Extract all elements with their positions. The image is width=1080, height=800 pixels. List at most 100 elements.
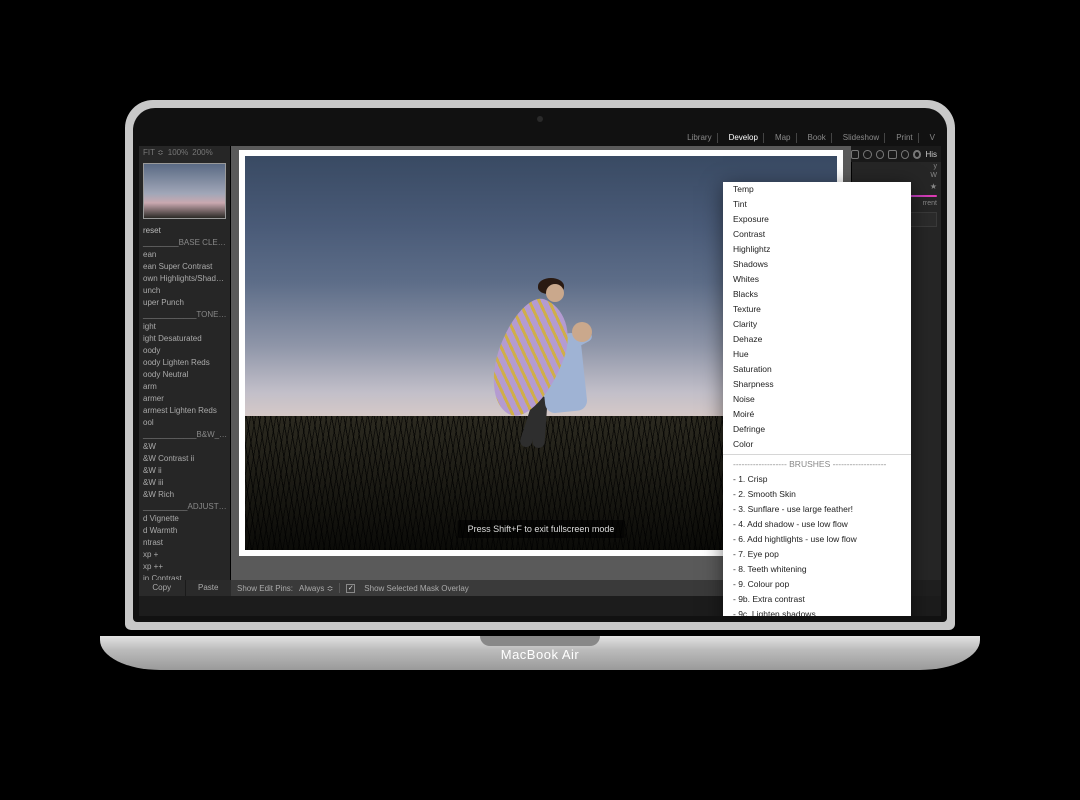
menu-brush-item[interactable]: - 6. Add hightlights - use low flow — [723, 532, 911, 547]
radial-tool-icon[interactable] — [901, 150, 909, 159]
preset-item[interactable]: in Contrast — [141, 573, 230, 580]
preset-header: reset — [141, 225, 230, 237]
module-library[interactable]: Library — [682, 133, 717, 143]
menu-item-defringe[interactable]: Defringe — [723, 422, 911, 437]
redeye-tool-icon[interactable] — [876, 150, 884, 159]
preset-item[interactable]: &W iii — [141, 477, 230, 489]
brush-tool-icon[interactable] — [913, 150, 922, 159]
preset-item[interactable]: ight Desaturated — [141, 333, 230, 345]
preset-item[interactable]: ntrast — [141, 537, 230, 549]
menu-item-sharpness[interactable]: Sharpness — [723, 377, 911, 392]
module-print[interactable]: Print — [891, 133, 918, 143]
module-develop[interactable]: Develop — [724, 133, 764, 143]
menu-item-moiré[interactable]: Moiré — [723, 407, 911, 422]
menu-item-blacks[interactable]: Blacks — [723, 287, 911, 302]
preset-item[interactable]: xp ++ — [141, 561, 230, 573]
preset-section: ________BASE CLEAN PRESET________ — [141, 237, 230, 249]
preset-item[interactable]: unch — [141, 285, 230, 297]
preset-item[interactable]: d Vignette — [141, 513, 230, 525]
menu-item-temp[interactable]: Temp — [723, 182, 911, 197]
module-v[interactable]: V — [925, 133, 935, 143]
menu-item-contrast[interactable]: Contrast — [723, 227, 911, 242]
preset-item[interactable]: ight — [141, 321, 230, 333]
preset-section: ____________B&W____________ — [141, 429, 230, 441]
edit-pins-mode[interactable]: Always ≎ — [299, 584, 333, 593]
copy-button[interactable]: Copy — [139, 580, 186, 596]
edit-pins-label: Show Edit Pins: — [237, 584, 293, 593]
screen: Library Develop Map Book Slideshow Print V His… — [139, 130, 941, 616]
menu-item-tint[interactable]: Tint — [723, 197, 911, 212]
screen-bezel: Library Develop Map Book Slideshow Print V His… — [133, 108, 947, 622]
menu-brush-item[interactable]: - 7. Eye pop — [723, 547, 911, 562]
preset-item[interactable]: &W ii — [141, 465, 230, 477]
fullscreen-hint: Press Shift+F to exit fullscreen mode — [458, 520, 625, 538]
menu-item-clarity[interactable]: Clarity — [723, 317, 911, 332]
menu-item-saturation[interactable]: Saturation — [723, 362, 911, 377]
module-picker: Library Develop Map Book Slideshow Print V — [139, 130, 941, 146]
zoom-row: FIT ≎ 100% 200% — [139, 146, 230, 159]
preset-section: __________ADJUSTMENTS__________ — [141, 501, 230, 513]
histogram-label: His — [925, 150, 937, 159]
menu-item-shadows[interactable]: Shadows — [723, 257, 911, 272]
preset-item[interactable]: ean — [141, 249, 230, 261]
preset-item[interactable]: uper Punch — [141, 297, 230, 309]
menu-item-dehaze[interactable]: Dehaze — [723, 332, 911, 347]
menu-item-hue[interactable]: Hue — [723, 347, 911, 362]
menu-item-highlightz[interactable]: Highlightz — [723, 242, 911, 257]
gradient-tool-icon[interactable] — [888, 150, 896, 159]
app-lightroom: Library Develop Map Book Slideshow Print V His… — [139, 130, 941, 616]
preset-item[interactable]: oody Lighten Reds — [141, 357, 230, 369]
tool-strip: His — [851, 146, 941, 162]
preset-item[interactable]: &W Rich — [141, 489, 230, 501]
camera-icon — [537, 116, 543, 122]
zoom-200[interactable]: 200% — [192, 148, 212, 157]
module-book[interactable]: Book — [803, 133, 832, 143]
menu-item-exposure[interactable]: Exposure — [723, 212, 911, 227]
menu-brush-item[interactable]: - 1. Crisp — [723, 472, 911, 487]
preset-item[interactable]: oody Neutral — [141, 369, 230, 381]
overlay-checkbox[interactable] — [346, 584, 355, 593]
module-map[interactable]: Map — [770, 133, 797, 143]
preset-section: ____________TONES____________ — [141, 309, 230, 321]
preset-item[interactable]: arm — [141, 381, 230, 393]
menu-item-noise[interactable]: Noise — [723, 392, 911, 407]
spot-tool-icon[interactable] — [863, 150, 871, 159]
zoom-fit[interactable]: FIT ≎ — [143, 148, 164, 157]
menu-brushes-header: ------------------- BRUSHES ------------… — [723, 457, 911, 472]
menu-separator — [723, 454, 911, 455]
module-slideshow[interactable]: Slideshow — [838, 133, 885, 143]
navigator-thumbnail[interactable] — [143, 163, 226, 219]
left-bottom-buttons: Copy Paste — [139, 580, 231, 596]
photo-subjects — [494, 274, 614, 454]
preset-item[interactable]: oody — [141, 345, 230, 357]
preset-item[interactable]: own Highlights/Shadows — [141, 273, 230, 285]
preset-item[interactable]: xp + — [141, 549, 230, 561]
laptop-mockup: Library Develop Map Book Slideshow Print V His… — [125, 100, 955, 670]
menu-brush-item[interactable]: - 9b. Extra contrast — [723, 592, 911, 607]
menu-brush-item[interactable]: - 4. Add shadow - use low flow — [723, 517, 911, 532]
preset-item[interactable]: ean Super Contrast — [141, 261, 230, 273]
menu-item-texture[interactable]: Texture — [723, 302, 911, 317]
overlay-label: Show Selected Mask Overlay — [364, 584, 469, 593]
brush-effect-menu[interactable]: TempTintExposureContrastHighlightzShadow… — [723, 182, 911, 616]
screen-outer: Library Develop Map Book Slideshow Print V His… — [125, 100, 955, 630]
menu-brush-item[interactable]: - 2. Smooth Skin — [723, 487, 911, 502]
menu-brush-item[interactable]: - 8. Teeth whitening — [723, 562, 911, 577]
laptop-brand: MacBook Air — [125, 647, 955, 662]
preset-item[interactable]: armer — [141, 393, 230, 405]
zoom-100[interactable]: 100% — [168, 148, 188, 157]
preset-item[interactable]: &W — [141, 441, 230, 453]
menu-brush-item[interactable]: - 9c. Lighten shadows — [723, 607, 911, 616]
paste-button[interactable]: Paste — [186, 580, 232, 596]
preset-item[interactable]: d Warmth — [141, 525, 230, 537]
menu-brush-item[interactable]: - 9. Colour pop — [723, 577, 911, 592]
menu-item-whites[interactable]: Whites — [723, 272, 911, 287]
menu-item-color[interactable]: Color — [723, 437, 911, 452]
preset-list: reset________BASE CLEAN PRESET________ea… — [139, 223, 230, 580]
crop-tool-icon[interactable] — [851, 150, 859, 159]
preset-item[interactable]: armest Lighten Reds — [141, 405, 230, 417]
preset-item[interactable]: ool — [141, 417, 230, 429]
right-row: y — [852, 162, 941, 171]
menu-brush-item[interactable]: - 3. Sunflare - use large feather! — [723, 502, 911, 517]
preset-item[interactable]: &W Contrast ii — [141, 453, 230, 465]
